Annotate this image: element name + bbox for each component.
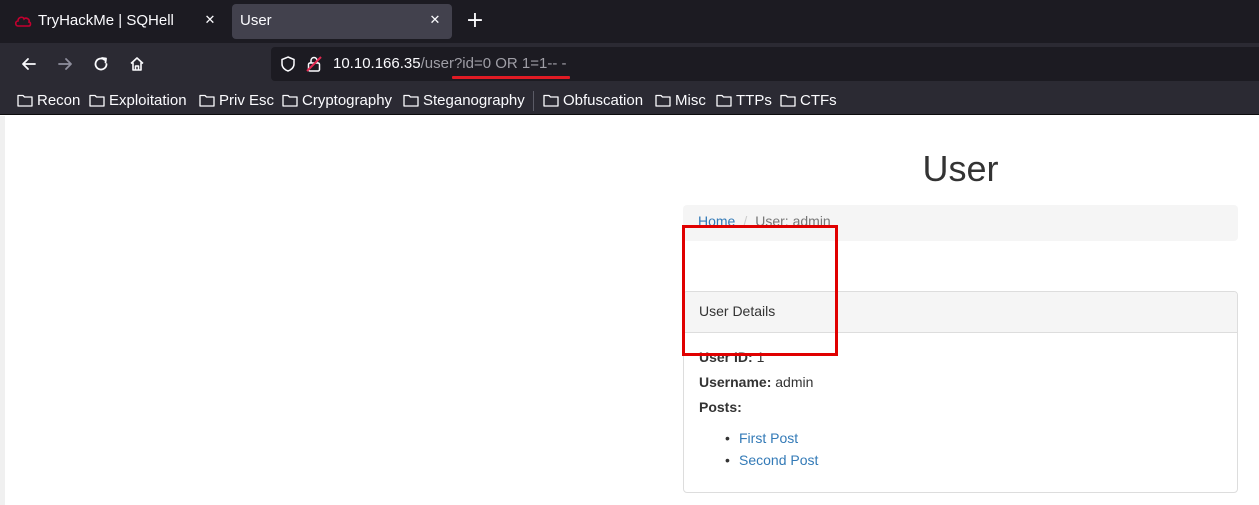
- url-host: 10.10.166.35: [333, 55, 421, 72]
- page-content: User Home / User: admin User Details User …: [0, 116, 1259, 505]
- annotation-underline: [452, 76, 570, 79]
- home-icon: [130, 57, 144, 71]
- bookmark-label: Misc: [675, 91, 706, 109]
- annotation-highlight-box: [682, 225, 838, 356]
- shield-icon[interactable]: [279, 55, 297, 73]
- forward-arrow-icon: [58, 58, 72, 70]
- folder-icon: [17, 94, 33, 107]
- folder-icon: [655, 94, 671, 107]
- folder-icon: [199, 94, 215, 107]
- bookmark-folder-misc[interactable]: Misc: [655, 90, 706, 110]
- tryhackme-cloud-icon: [14, 16, 32, 27]
- bookmark-label: Cryptography: [302, 91, 393, 109]
- bookmark-folder-steganography[interactable]: Steganography: [403, 90, 525, 110]
- bookmark-folder-priv-esc[interactable]: Priv Esc: [199, 90, 274, 110]
- insecure-lock-icon[interactable]: [305, 55, 323, 73]
- bookmark-folder-obfuscation[interactable]: Obfuscation: [543, 90, 643, 110]
- tab-tryhackme[interactable]: TryHackMe | SQHell ✕: [4, 4, 227, 39]
- list-item: • Second Post: [725, 451, 1222, 473]
- page-title: User: [922, 148, 999, 189]
- bullet-icon: •: [725, 452, 730, 468]
- tab-title: TryHackMe | SQHell: [38, 12, 174, 29]
- folder-icon: [780, 94, 796, 107]
- bookmark-label: Obfuscation: [563, 91, 644, 109]
- reload-icon: [94, 57, 108, 71]
- panel-body: User ID: 1 Username: admin Posts: • First…: [684, 333, 1237, 488]
- list-item: • First Post: [725, 429, 1222, 451]
- tab-user[interactable]: User ✕: [232, 4, 452, 39]
- bookmark-label: Recon: [37, 91, 81, 109]
- post-link-second[interactable]: Second Post: [739, 452, 818, 468]
- posts-row: Posts:: [699, 398, 1222, 423]
- bookmark-folder-exploitation[interactable]: Exploitation: [89, 90, 187, 110]
- folder-icon: [89, 94, 105, 107]
- navigation-toolbar: 10.10.166.35/user?id=0 OR 1=1-- -: [0, 43, 1259, 85]
- bookmark-label: Exploitation: [109, 91, 187, 109]
- url-bar[interactable]: 10.10.166.35/user?id=0 OR 1=1-- -: [271, 47, 1259, 81]
- folder-icon: [282, 94, 298, 107]
- url-text[interactable]: 10.10.166.35/user?id=0 OR 1=1-- -: [333, 55, 567, 72]
- back-button[interactable]: [17, 52, 41, 76]
- bookmark-separator: [533, 91, 534, 111]
- bullet-icon: •: [725, 430, 730, 446]
- bookmark-folder-cryptography[interactable]: Cryptography: [282, 90, 392, 110]
- close-icon[interactable]: ✕: [201, 12, 219, 30]
- new-tab-button[interactable]: +: [462, 8, 488, 34]
- posts-label: Posts:: [699, 399, 742, 415]
- bookmarks-toolbar: Recon Exploitation Priv Esc Cryptography…: [0, 85, 1259, 115]
- tab-strip: TryHackMe | SQHell ✕ User ✕ +: [0, 0, 1259, 43]
- username-value: admin: [775, 374, 814, 390]
- folder-icon: [543, 94, 559, 107]
- forward-button[interactable]: [53, 52, 77, 76]
- close-icon[interactable]: ✕: [426, 12, 444, 30]
- posts-list: • First Post • Second Post: [699, 429, 1222, 473]
- bookmark-folder-ctfs[interactable]: CTFs: [780, 90, 837, 110]
- bookmark-label: Steganography: [423, 91, 525, 109]
- post-link-first[interactable]: First Post: [739, 430, 798, 446]
- username-row: Username: admin: [699, 373, 1222, 398]
- page-left-edge: [0, 116, 5, 505]
- url-path: /user?id=0 OR 1=1-- -: [420, 55, 567, 72]
- tab-title: User: [240, 12, 272, 29]
- reload-button[interactable]: [89, 52, 113, 76]
- home-button[interactable]: [125, 52, 149, 76]
- folder-icon: [716, 94, 732, 107]
- bookmark-folder-recon[interactable]: Recon: [17, 90, 80, 110]
- bookmark-folder-ttps[interactable]: TTPs: [716, 90, 772, 110]
- back-arrow-icon: [22, 58, 36, 70]
- bookmark-label: TTPs: [736, 91, 772, 109]
- bookmark-label: CTFs: [800, 91, 837, 109]
- username-label: Username:: [699, 374, 772, 390]
- bookmark-label: Priv Esc: [219, 91, 275, 109]
- folder-icon: [403, 94, 419, 107]
